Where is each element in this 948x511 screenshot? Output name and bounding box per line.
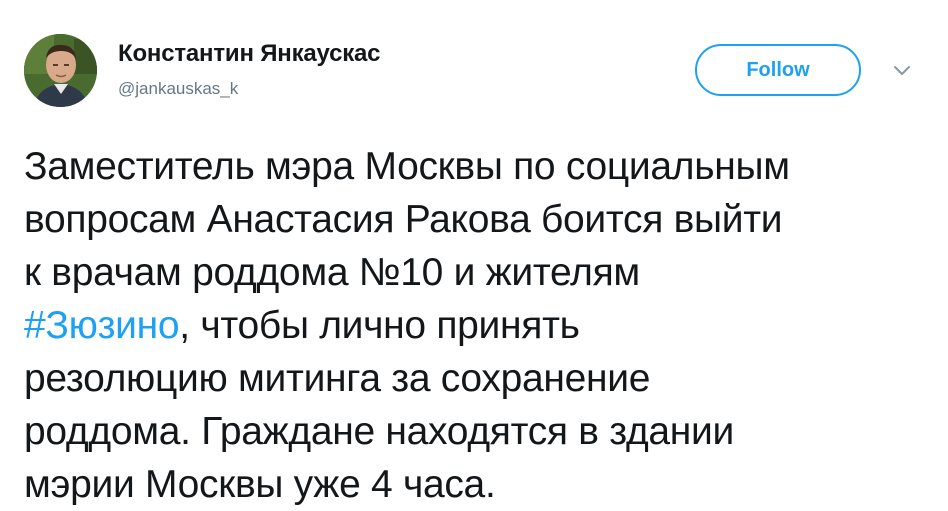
tweet-line: #Зюзино, чтобы лично принять bbox=[24, 299, 934, 352]
avatar-photo bbox=[24, 34, 97, 107]
tweet-line: вопросам Анастасия Ракова боится выйти bbox=[24, 198, 783, 241]
tweet-card: Константин Янкаускас @jankauskas_k Follo… bbox=[0, 0, 948, 506]
hashtag-link[interactable]: #Зюзино bbox=[24, 304, 180, 347]
tweet-line: Заместитель мэра Москвы по социальным bbox=[24, 145, 790, 188]
tweet-line: мэрии Москвы уже 4 часа. bbox=[24, 463, 496, 506]
follow-button[interactable]: Follow bbox=[695, 44, 861, 96]
tweet-line: к врачам роддома №10 и жителям bbox=[24, 251, 640, 294]
tweet-text: Заместитель мэра Москвы по социальным во… bbox=[24, 140, 934, 511]
tweet-line: резолюцию митинга за сохранение bbox=[24, 357, 651, 400]
avatar[interactable] bbox=[24, 34, 97, 107]
display-name[interactable]: Константин Янкаускас bbox=[118, 40, 381, 68]
chevron-down-icon[interactable] bbox=[892, 64, 912, 78]
user-handle[interactable]: @jankauskas_k bbox=[118, 79, 238, 99]
tweet-line: роддома. Граждане находятся в здании bbox=[24, 410, 735, 453]
tweet-line-text: , чтобы лично принять bbox=[179, 304, 580, 347]
